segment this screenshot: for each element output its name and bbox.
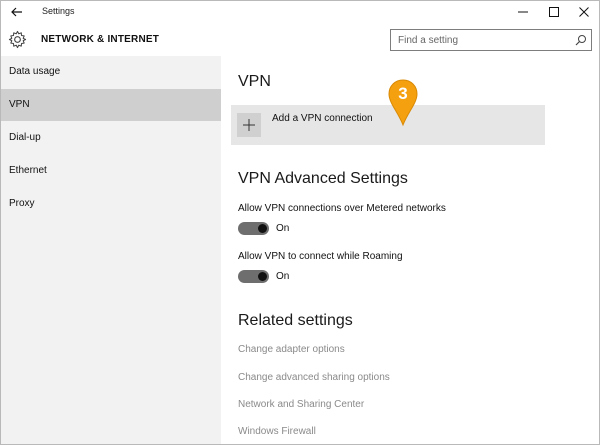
sidebar-item-proxy[interactable]: Proxy bbox=[1, 188, 221, 220]
close-button[interactable] bbox=[568, 1, 599, 23]
toggle-knob bbox=[258, 272, 267, 281]
vpn-heading: VPN bbox=[238, 73, 271, 90]
maximize-icon bbox=[548, 7, 559, 17]
maximize-button[interactable] bbox=[538, 1, 569, 23]
page-header: NETWORK & INTERNET bbox=[1, 23, 599, 56]
metered-toggle-state: On bbox=[276, 223, 290, 234]
window-title: Settings bbox=[42, 6, 75, 16]
metered-setting-label: Allow VPN connections over Metered netwo… bbox=[238, 203, 446, 214]
step-callout: 3 bbox=[388, 79, 418, 127]
add-vpn-label: Add a VPN connection bbox=[272, 113, 373, 124]
roaming-setting-label: Allow VPN to connect while Roaming bbox=[238, 251, 403, 262]
plus-icon bbox=[243, 119, 255, 131]
roaming-toggle-state: On bbox=[276, 271, 290, 282]
sidebar: Data usage VPN Dial-up Ethernet Proxy bbox=[1, 56, 221, 444]
network-sharing-center-link[interactable]: Network and Sharing Center bbox=[238, 399, 364, 410]
back-button[interactable] bbox=[5, 2, 29, 22]
main-content: VPN Add a VPN connection 3 VPN Advanced … bbox=[221, 56, 599, 444]
minimize-icon bbox=[517, 11, 528, 13]
sidebar-item-dial-up[interactable]: Dial-up bbox=[1, 122, 221, 154]
sidebar-item-data-usage[interactable]: Data usage bbox=[1, 56, 221, 88]
gear-icon bbox=[8, 30, 27, 49]
advanced-heading: VPN Advanced Settings bbox=[238, 170, 408, 187]
title-bar: Settings bbox=[1, 1, 599, 23]
sidebar-item-vpn[interactable]: VPN bbox=[1, 89, 221, 121]
search-input[interactable] bbox=[391, 30, 569, 50]
plus-icon-box bbox=[237, 113, 261, 137]
step-number: 3 bbox=[398, 84, 408, 103]
change-advanced-sharing-link[interactable]: Change advanced sharing options bbox=[238, 372, 390, 383]
metered-toggle[interactable] bbox=[238, 222, 269, 235]
toggle-knob bbox=[258, 224, 267, 233]
minimize-button[interactable] bbox=[507, 1, 538, 23]
page-title: NETWORK & INTERNET bbox=[41, 34, 160, 45]
back-arrow-icon bbox=[11, 7, 22, 17]
search-icon[interactable] bbox=[575, 34, 587, 46]
sidebar-item-ethernet[interactable]: Ethernet bbox=[1, 155, 221, 187]
close-icon bbox=[578, 7, 589, 17]
related-heading: Related settings bbox=[238, 312, 353, 329]
settings-window: Settings NETWORK & INTERNET Data usage V… bbox=[0, 0, 600, 445]
windows-firewall-link[interactable]: Windows Firewall bbox=[238, 426, 316, 437]
change-adapter-options-link[interactable]: Change adapter options bbox=[238, 344, 345, 355]
search-box[interactable] bbox=[390, 29, 592, 51]
roaming-toggle[interactable] bbox=[238, 270, 269, 283]
